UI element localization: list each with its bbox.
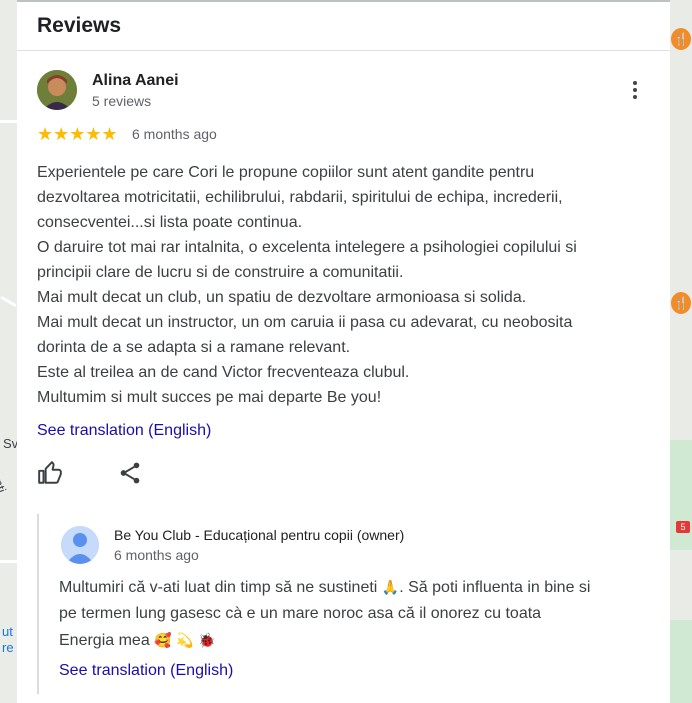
- reply-text-part: . Să poti influenta in bine si: [399, 579, 591, 596]
- reply-line: Multumiri că v-ati luat din timp să ne s…: [59, 574, 659, 601]
- like-button[interactable]: [37, 460, 63, 486]
- more-options-button[interactable]: [625, 78, 645, 106]
- person-icon: [61, 526, 99, 564]
- reply-text-part: Multumiri că v-ati luat din timp să ne s…: [59, 579, 382, 596]
- reviewer-review-count: 5 reviews: [92, 93, 152, 109]
- dot-icon: [633, 88, 637, 92]
- map-road: [0, 120, 17, 123]
- review-line: Este al treilea an de cand Victor frecve…: [37, 364, 410, 381]
- map-road: [0, 295, 17, 308]
- review-time: 6 months ago: [132, 126, 217, 142]
- ladybug-icon: 🐞: [197, 632, 216, 648]
- map-left-strip: [0, 0, 17, 703]
- share-icon: [120, 462, 140, 484]
- review-line: Multumim si mult succes pe mai departe B…: [37, 389, 382, 406]
- star-rating: ★★★★★: [37, 124, 118, 144]
- map-park: [670, 620, 692, 703]
- review-line: dorinta de a se adapta si a ramane relev…: [37, 339, 351, 356]
- map-label: ut: [2, 624, 13, 639]
- review-line: Experientele pe care Cori le propune cop…: [37, 164, 535, 181]
- map-park: [670, 440, 692, 550]
- divider: [17, 50, 670, 51]
- reply-line: pe termen lung gasesc cà e un mare noroc…: [59, 605, 542, 622]
- dot-icon: [633, 95, 637, 99]
- owner-reply-text: Multumiri că v-ati luat din timp să ne s…: [59, 574, 659, 654]
- owner-name: Be You Club - Educațional pentru copii (…: [114, 527, 405, 543]
- reviews-panel: Reviews Alina Aanei 5 reviews ★★★★★ 6 mo…: [17, 2, 670, 703]
- review-line: Mai mult decat un instructor, un om caru…: [37, 314, 573, 331]
- map-label: Sv: [3, 436, 19, 451]
- see-translation-link[interactable]: See translation (English): [37, 422, 211, 440]
- reviewer-name[interactable]: Alina Aanei: [92, 72, 179, 90]
- restaurant-poi-icon[interactable]: 🍴: [671, 28, 691, 50]
- reply-text-part: Energia mea: [59, 632, 155, 649]
- owner-reply: Be You Club - Educațional pentru copii (…: [37, 514, 659, 694]
- praying-hands-icon: 🙏: [381, 579, 400, 595]
- dot-icon: [633, 81, 637, 85]
- thumbs-up-icon: [38, 461, 62, 484]
- review-line: O daruire tot mai rar intalnita, o excel…: [37, 239, 577, 256]
- map-right-strip: [670, 0, 692, 703]
- avatar-photo-icon: [37, 70, 77, 110]
- see-translation-link[interactable]: See translation (English): [59, 662, 233, 680]
- review-line: Mai mult decat un club, un spatiu de dez…: [37, 289, 527, 306]
- section-title: Reviews: [37, 14, 122, 37]
- smiling-face-hearts-icon: 🥰: [154, 632, 172, 648]
- review-line: consecventei...si lista poate continua.: [37, 214, 303, 231]
- review-text: Experientele pe care Cori le propune cop…: [37, 160, 652, 410]
- reviewer-avatar[interactable]: [37, 70, 77, 110]
- share-button[interactable]: [117, 460, 143, 486]
- review-line: dezvoltarea motricitatii, echilibrului, …: [37, 189, 563, 206]
- owner-avatar: [61, 526, 99, 564]
- route-badge: 5: [676, 521, 690, 533]
- review-line: principii clare de lucru si de construir…: [37, 264, 404, 281]
- owner-reply-time: 6 months ago: [114, 547, 199, 563]
- restaurant-poi-icon[interactable]: 🍴: [671, 292, 691, 314]
- reply-line: Energia mea 🥰 💫 🐞: [59, 627, 659, 654]
- dizzy-star-icon: 💫: [176, 632, 194, 648]
- map-label: re: [2, 640, 14, 655]
- map-road: [0, 560, 17, 563]
